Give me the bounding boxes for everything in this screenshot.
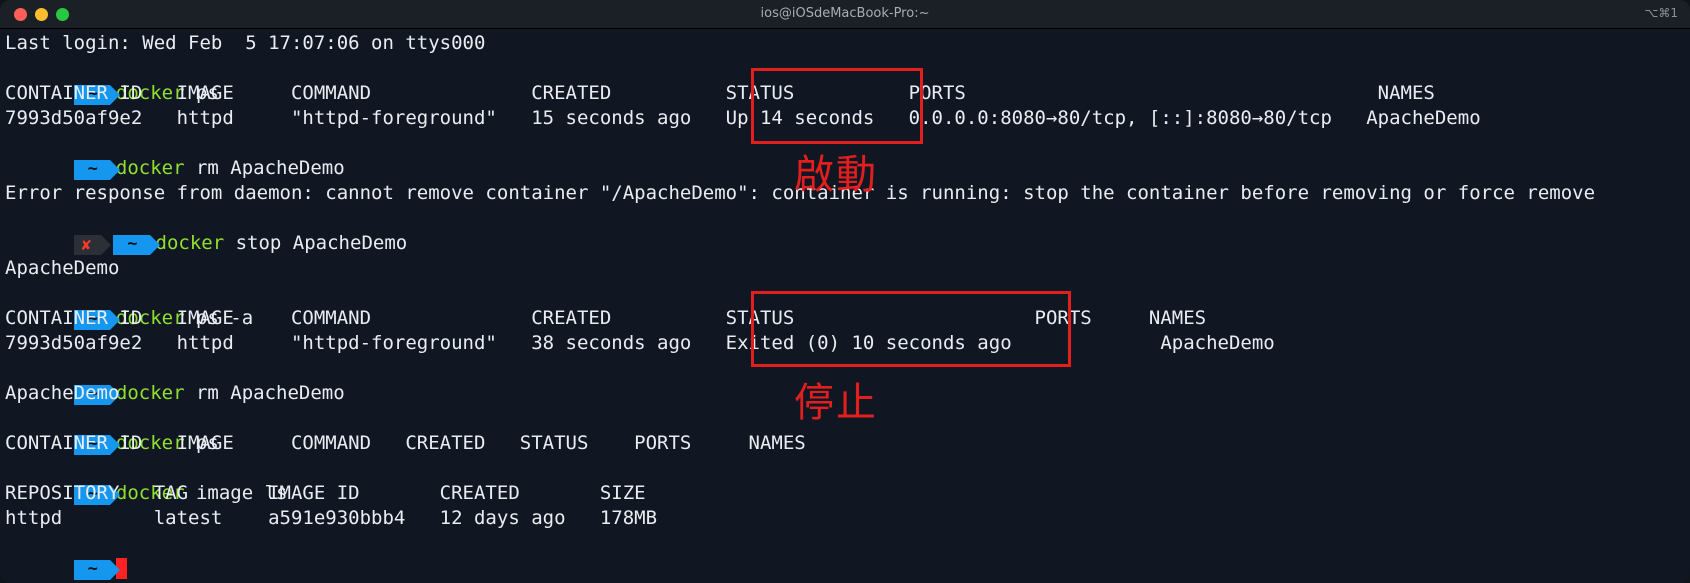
output-line: ApacheDemo <box>5 257 120 279</box>
status-stopped-highlight <box>751 291 1071 367</box>
home-dir-badge: ~ <box>73 559 121 580</box>
command-line: ✘ ~ docker stop ApacheDemo <box>5 206 1690 255</box>
prompt: ~ <box>73 556 121 581</box>
active-command-line[interactable]: ~ <box>5 531 1690 580</box>
running-annotation-label: 啟動 <box>794 152 878 198</box>
status-running-highlight <box>751 68 923 144</box>
output-line: Last login: Wed Feb 5 17:07:06 on ttys00… <box>5 32 486 54</box>
output-line: CONTAINER ID IMAGE COMMAND CREATED STATU… <box>5 432 806 454</box>
command-line: ~ docker image ls <box>5 456 1690 505</box>
stopped-annotation-label: 停止 <box>794 380 878 426</box>
terminal-window: ios@iOSdeMacBook-Pro:~ ⌥⌘1 Last login: W… <box>0 0 1690 583</box>
title-bar: ios@iOSdeMacBook-Pro:~ ⌥⌘1 <box>0 0 1690 29</box>
output-line: httpd latest a591e930bbb4 12 days ago 17… <box>5 507 658 529</box>
output-line: REPOSITORY TAG IMAGE ID CREATED SIZE <box>5 482 646 504</box>
tab-shortcut: ⌥⌘1 <box>1644 6 1678 20</box>
window-title: ios@iOSdeMacBook-Pro:~ <box>760 6 930 21</box>
